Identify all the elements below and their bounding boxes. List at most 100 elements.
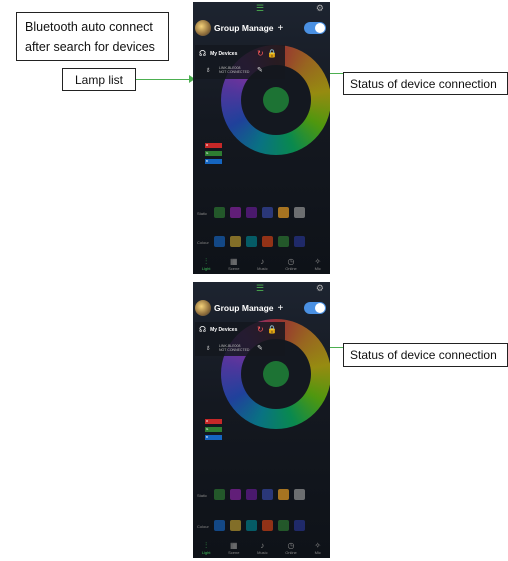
my-devices-label: My Devices <box>210 50 238 57</box>
grid-icon: ▦ <box>230 257 238 266</box>
swatch[interactable] <box>246 520 257 531</box>
swatch[interactable] <box>246 489 257 500</box>
tab-scene[interactable]: ▦ Scene <box>228 541 239 555</box>
add-group-button[interactable]: + <box>278 303 284 314</box>
swatch[interactable] <box>230 489 241 500</box>
bluetooth-device-icon: ☊ <box>199 49 207 58</box>
timer-icon: ◷ <box>287 257 295 266</box>
tab-light-label: Light <box>201 550 211 555</box>
tab-online[interactable]: ◷ Online <box>285 257 297 271</box>
tab-light[interactable]: ⫶ Light <box>202 541 211 555</box>
swatch[interactable] <box>246 207 257 218</box>
tab-online[interactable]: ◷ Online <box>285 541 297 555</box>
lamp-list-connector <box>136 79 192 80</box>
bottom-tab-bar: ⫶ Light ▦ Scene ♪ Music ◷ Online ✧ Mic <box>193 254 330 274</box>
swatch[interactable] <box>214 489 225 500</box>
lamp-bulb-icon: ♁ <box>205 343 211 352</box>
legend-green: G <box>205 151 222 156</box>
swatch[interactable] <box>294 236 305 247</box>
tab-mic-label: Mic <box>314 550 321 555</box>
connection-status-icon[interactable]: ✎ <box>257 66 263 74</box>
tab-light-label: Light <box>201 266 211 271</box>
swatch[interactable] <box>278 207 289 218</box>
swatch[interactable] <box>262 520 273 531</box>
tab-music[interactable]: ♪ Music <box>257 257 267 271</box>
lamp-row[interactable]: ♁ LINK-BLE008 NOT CONNECTED ✎ <box>205 65 295 74</box>
tab-scene[interactable]: ▦ Scene <box>228 257 239 271</box>
power-toggle[interactable] <box>304 302 326 314</box>
swatch[interactable] <box>278 236 289 247</box>
swatch[interactable] <box>230 520 241 531</box>
status-top-callout: Status of device connection <box>343 72 508 95</box>
status-bar: ☰ ⚙ <box>193 282 330 296</box>
tab-online-label: Online <box>285 550 297 555</box>
swatch[interactable] <box>294 489 305 500</box>
device-panel: ☊ My Devices ↻ 🔒 ♁ LINK-BLE008 NOT CONNE… <box>195 45 285 79</box>
tab-mic[interactable]: ✧ Mic <box>314 541 321 555</box>
list-icon[interactable]: ☰ <box>256 4 264 13</box>
status-bottom-callout-label: Status of device connection <box>350 348 497 362</box>
bottom-tab-bar: ⫶ Light ▦ Scene ♪ Music ◷ Online ✧ Mic <box>193 538 330 558</box>
bluetooth-callout-line1: Bluetooth auto connect <box>25 20 153 34</box>
timer-icon: ◷ <box>287 541 295 550</box>
swatch[interactable] <box>278 520 289 531</box>
connection-status-icon[interactable]: ✎ <box>257 344 263 352</box>
group-header: Group Manage + <box>195 298 328 318</box>
group-orb-icon[interactable] <box>195 300 211 316</box>
lamp-status: NOT CONNECTED <box>219 347 250 352</box>
swatch[interactable] <box>214 520 225 531</box>
swatch[interactable] <box>230 236 241 247</box>
refresh-icon[interactable]: ↻ <box>257 325 264 334</box>
swatch[interactable] <box>262 236 273 247</box>
phone-screen-top: ☰ ⚙ Group Manage + ☊ My Devices ↻ 🔒 ♁ LI… <box>193 2 330 274</box>
lock-icon[interactable]: 🔒 <box>267 49 277 58</box>
power-toggle[interactable] <box>304 22 326 34</box>
swatch[interactable] <box>214 236 225 247</box>
refresh-icon[interactable]: ↻ <box>257 49 264 58</box>
sliders-icon: ⫶ <box>205 257 208 266</box>
group-orb-icon[interactable] <box>195 20 211 36</box>
add-group-button[interactable]: + <box>278 23 284 34</box>
lamp-list-callout: Lamp list <box>62 68 136 91</box>
swatch[interactable] <box>230 207 241 218</box>
my-devices-row[interactable]: ☊ My Devices ↻ 🔒 <box>199 49 289 58</box>
swatch[interactable] <box>262 489 273 500</box>
tab-scene-label: Scene <box>228 266 240 271</box>
phone-screen-bottom: ☰ ⚙ Group Manage + ☊ My Devices ↻ 🔒 ♁ LI… <box>193 282 330 558</box>
tab-online-label: Online <box>285 266 297 271</box>
tab-music-label: Music <box>257 550 268 555</box>
list-icon[interactable]: ☰ <box>256 284 264 293</box>
swatch[interactable] <box>214 207 225 218</box>
colour-row-label: Colour <box>197 240 209 245</box>
lock-icon[interactable]: 🔒 <box>267 325 277 334</box>
my-devices-label: My Devices <box>210 326 238 333</box>
settings-gear-icon[interactable]: ⚙ <box>316 283 324 294</box>
music-icon: ♪ <box>260 541 265 550</box>
tab-music-label: Music <box>257 266 268 271</box>
tab-scene-label: Scene <box>228 550 240 555</box>
swatch[interactable] <box>262 207 273 218</box>
colour-row-label: Colour <box>197 524 209 529</box>
status-top-callout-label: Status of device connection <box>350 77 497 91</box>
static-row-label: Static <box>197 211 208 216</box>
lamp-bulb-icon: ♁ <box>205 65 211 74</box>
swatch[interactable] <box>246 236 257 247</box>
settings-gear-icon[interactable]: ⚙ <box>316 3 324 14</box>
lamp-row[interactable]: ♁ LINK-BLE008 NOT CONNECTED ✎ <box>205 343 295 352</box>
swatch[interactable] <box>294 520 305 531</box>
my-devices-row[interactable]: ☊ My Devices ↻ 🔒 <box>199 325 289 334</box>
tab-mic[interactable]: ✧ Mic <box>314 257 321 271</box>
lamp-list-callout-label: Lamp list <box>74 73 124 87</box>
group-manage-title[interactable]: Group Manage <box>214 303 274 313</box>
tab-light[interactable]: ⫶ Light <box>202 257 211 271</box>
group-manage-title[interactable]: Group Manage <box>214 23 274 33</box>
device-panel: ☊ My Devices ↻ 🔒 ♁ LINK-BLE008 NOT CONNE… <box>195 322 285 356</box>
grid-icon: ▦ <box>230 541 238 550</box>
tab-music[interactable]: ♪ Music <box>257 541 267 555</box>
mic-icon: ✧ <box>314 257 322 266</box>
mic-icon: ✧ <box>314 541 322 550</box>
swatch[interactable] <box>294 207 305 218</box>
music-icon: ♪ <box>260 257 265 266</box>
swatch[interactable] <box>278 489 289 500</box>
static-row-label: Static <box>197 493 208 498</box>
